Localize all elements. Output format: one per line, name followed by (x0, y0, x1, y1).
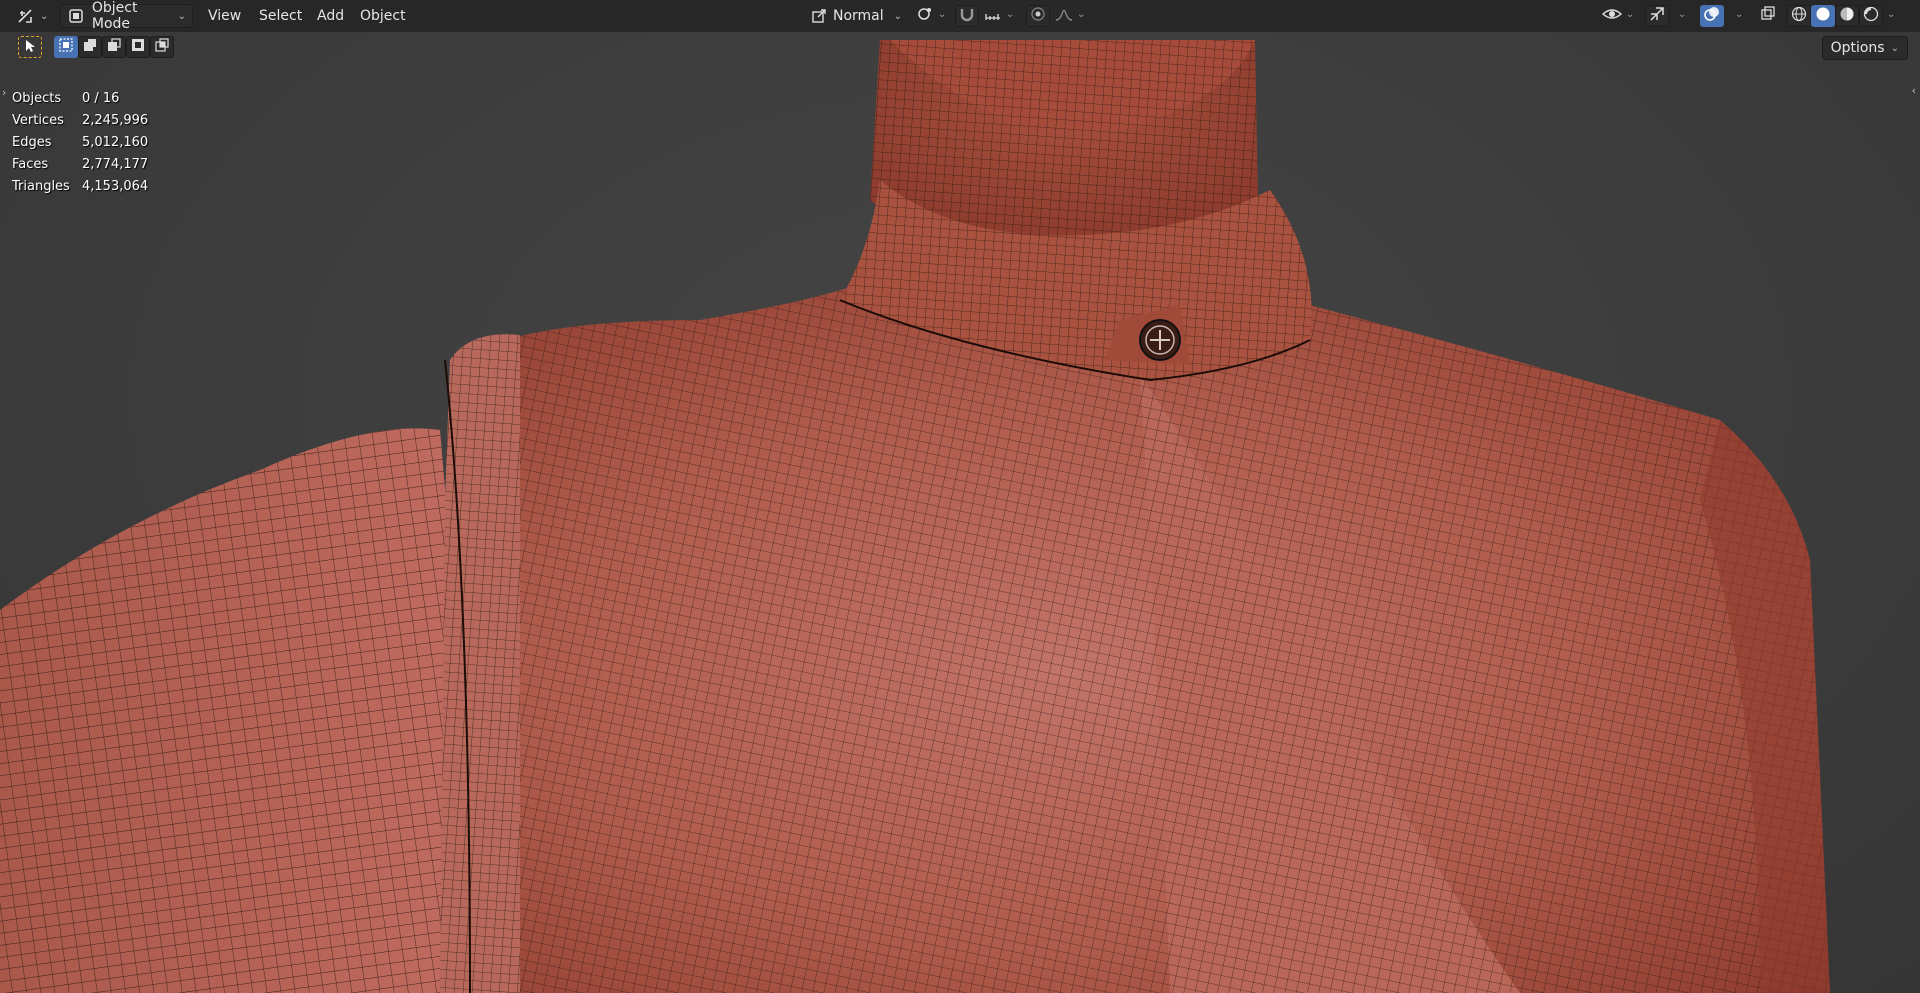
mesh-render (0, 40, 1830, 993)
select-mode-extend[interactable] (78, 36, 102, 58)
stat-value: 5,012,160 (82, 134, 149, 150)
chevron-down-icon: ⌄ (1006, 9, 1015, 20)
wireframe-shading-icon (1791, 6, 1807, 26)
select-subtract-icon (106, 37, 122, 57)
tool-settings-row (0, 32, 1920, 64)
proportional-edit-icon (1030, 6, 1046, 26)
transform-orientation-icon (811, 5, 827, 27)
falloff-curve-icon (1055, 6, 1073, 26)
gizmo-toggle-icon (1648, 5, 1666, 27)
select-invert-icon (130, 37, 146, 57)
stat-label: Triangles (12, 178, 70, 194)
sidebar-expand-arrow[interactable]: ‹ (1912, 84, 1916, 97)
stat-label: Faces (12, 156, 49, 172)
object-mode-icon (67, 5, 86, 27)
chevron-down-icon: ⌄ (1626, 9, 1635, 20)
stat-label: Edges (12, 134, 52, 150)
transform-gizmo-icon (14, 5, 36, 27)
shading-material[interactable] (1835, 5, 1859, 27)
stat-faces: Faces 2,774,177 (12, 153, 148, 175)
overlays-icon (1703, 5, 1721, 27)
active-tool-button[interactable] (18, 36, 42, 58)
select-mode-intersect[interactable] (150, 36, 174, 58)
snap-toggle[interactable] (955, 5, 979, 27)
menu-object[interactable]: Object (354, 4, 412, 28)
shading-wireframe[interactable] (1787, 5, 1811, 27)
solid-shading-icon (1815, 6, 1831, 26)
eye-visibility-icon (1601, 6, 1623, 26)
select-mode-invert[interactable] (126, 36, 150, 58)
pivot-point-button[interactable] (913, 5, 937, 27)
menu-select[interactable]: Select (253, 4, 308, 28)
menu-view[interactable]: View (202, 4, 247, 28)
snap-magnet-icon (959, 6, 975, 26)
orientation-label: Normal (833, 8, 884, 24)
overlays-toggle[interactable] (1700, 5, 1724, 27)
pivot-point-icon (916, 5, 934, 27)
transform-orientation-dropdown[interactable]: Normal ⌄ (805, 4, 903, 28)
stat-vertices: Vertices 2,245,996 (12, 109, 148, 131)
stat-triangles: Triangles 4,153,064 (12, 175, 148, 197)
chevron-down-icon: ⌄ (177, 10, 186, 22)
chevron-down-icon: ⌄ (1077, 9, 1086, 20)
stat-label: Vertices (12, 112, 64, 128)
xray-icon (1760, 6, 1776, 26)
select-mode-new[interactable] (54, 36, 78, 58)
chevron-down-icon: ⌄ (1678, 9, 1687, 20)
shading-rendered[interactable] (1859, 5, 1883, 27)
chevron-down-icon: ⌄ (1735, 9, 1744, 20)
stat-value: 2,245,996 (82, 112, 149, 128)
stat-label: Objects (12, 90, 62, 106)
chevron-down-icon: ⌄ (938, 9, 947, 20)
options-dropdown[interactable]: Options ⌄ (1821, 36, 1908, 60)
xray-toggle[interactable] (1756, 5, 1780, 27)
statistics-overlay: Objects 0 / 16 Vertices 2,245,996 Edges … (12, 87, 148, 197)
select-box-icon (22, 37, 38, 57)
proportional-edit-toggle[interactable] (1026, 5, 1050, 27)
chevron-down-icon: ⌄ (1890, 42, 1899, 54)
editor-type-button[interactable]: ⌄ (14, 4, 52, 28)
snap-target-button[interactable] (981, 5, 1005, 27)
toolbar-expand-arrow[interactable]: › (2, 86, 6, 99)
menu-add[interactable]: Add (311, 4, 350, 28)
stat-objects: Objects 0 / 16 (12, 87, 148, 109)
snap-increment-icon (984, 6, 1002, 26)
stat-value: 2,774,177 (82, 156, 149, 172)
options-label: Options (1830, 40, 1885, 56)
falloff-button[interactable] (1052, 5, 1076, 27)
select-mode-subtract[interactable] (102, 36, 126, 58)
shading-solid[interactable] (1811, 5, 1835, 27)
viewport-header: ⌄ Object Mode ⌄ View Select Add Object N… (0, 0, 1920, 32)
3d-viewport[interactable] (0, 0, 1920, 993)
chevron-down-icon: ⌄ (1887, 9, 1896, 20)
select-extend-icon (82, 37, 98, 57)
stat-edges: Edges 5,012,160 (12, 131, 148, 153)
select-intersect-icon (154, 37, 170, 57)
visibility-button[interactable] (1600, 5, 1624, 27)
select-new-icon (58, 37, 74, 57)
stat-value: 0 / 16 (82, 90, 120, 106)
chevron-down-icon: ⌄ (893, 10, 903, 22)
material-preview-icon (1839, 6, 1855, 26)
stat-value: 4,153,064 (82, 178, 149, 194)
mode-label: Object Mode (91, 0, 138, 32)
gizmo-toggle[interactable] (1645, 5, 1669, 27)
mode-dropdown[interactable]: Object Mode ⌄ (60, 0, 193, 32)
rendered-shading-icon (1863, 6, 1879, 26)
chevron-down-icon: ⌄ (40, 10, 49, 22)
